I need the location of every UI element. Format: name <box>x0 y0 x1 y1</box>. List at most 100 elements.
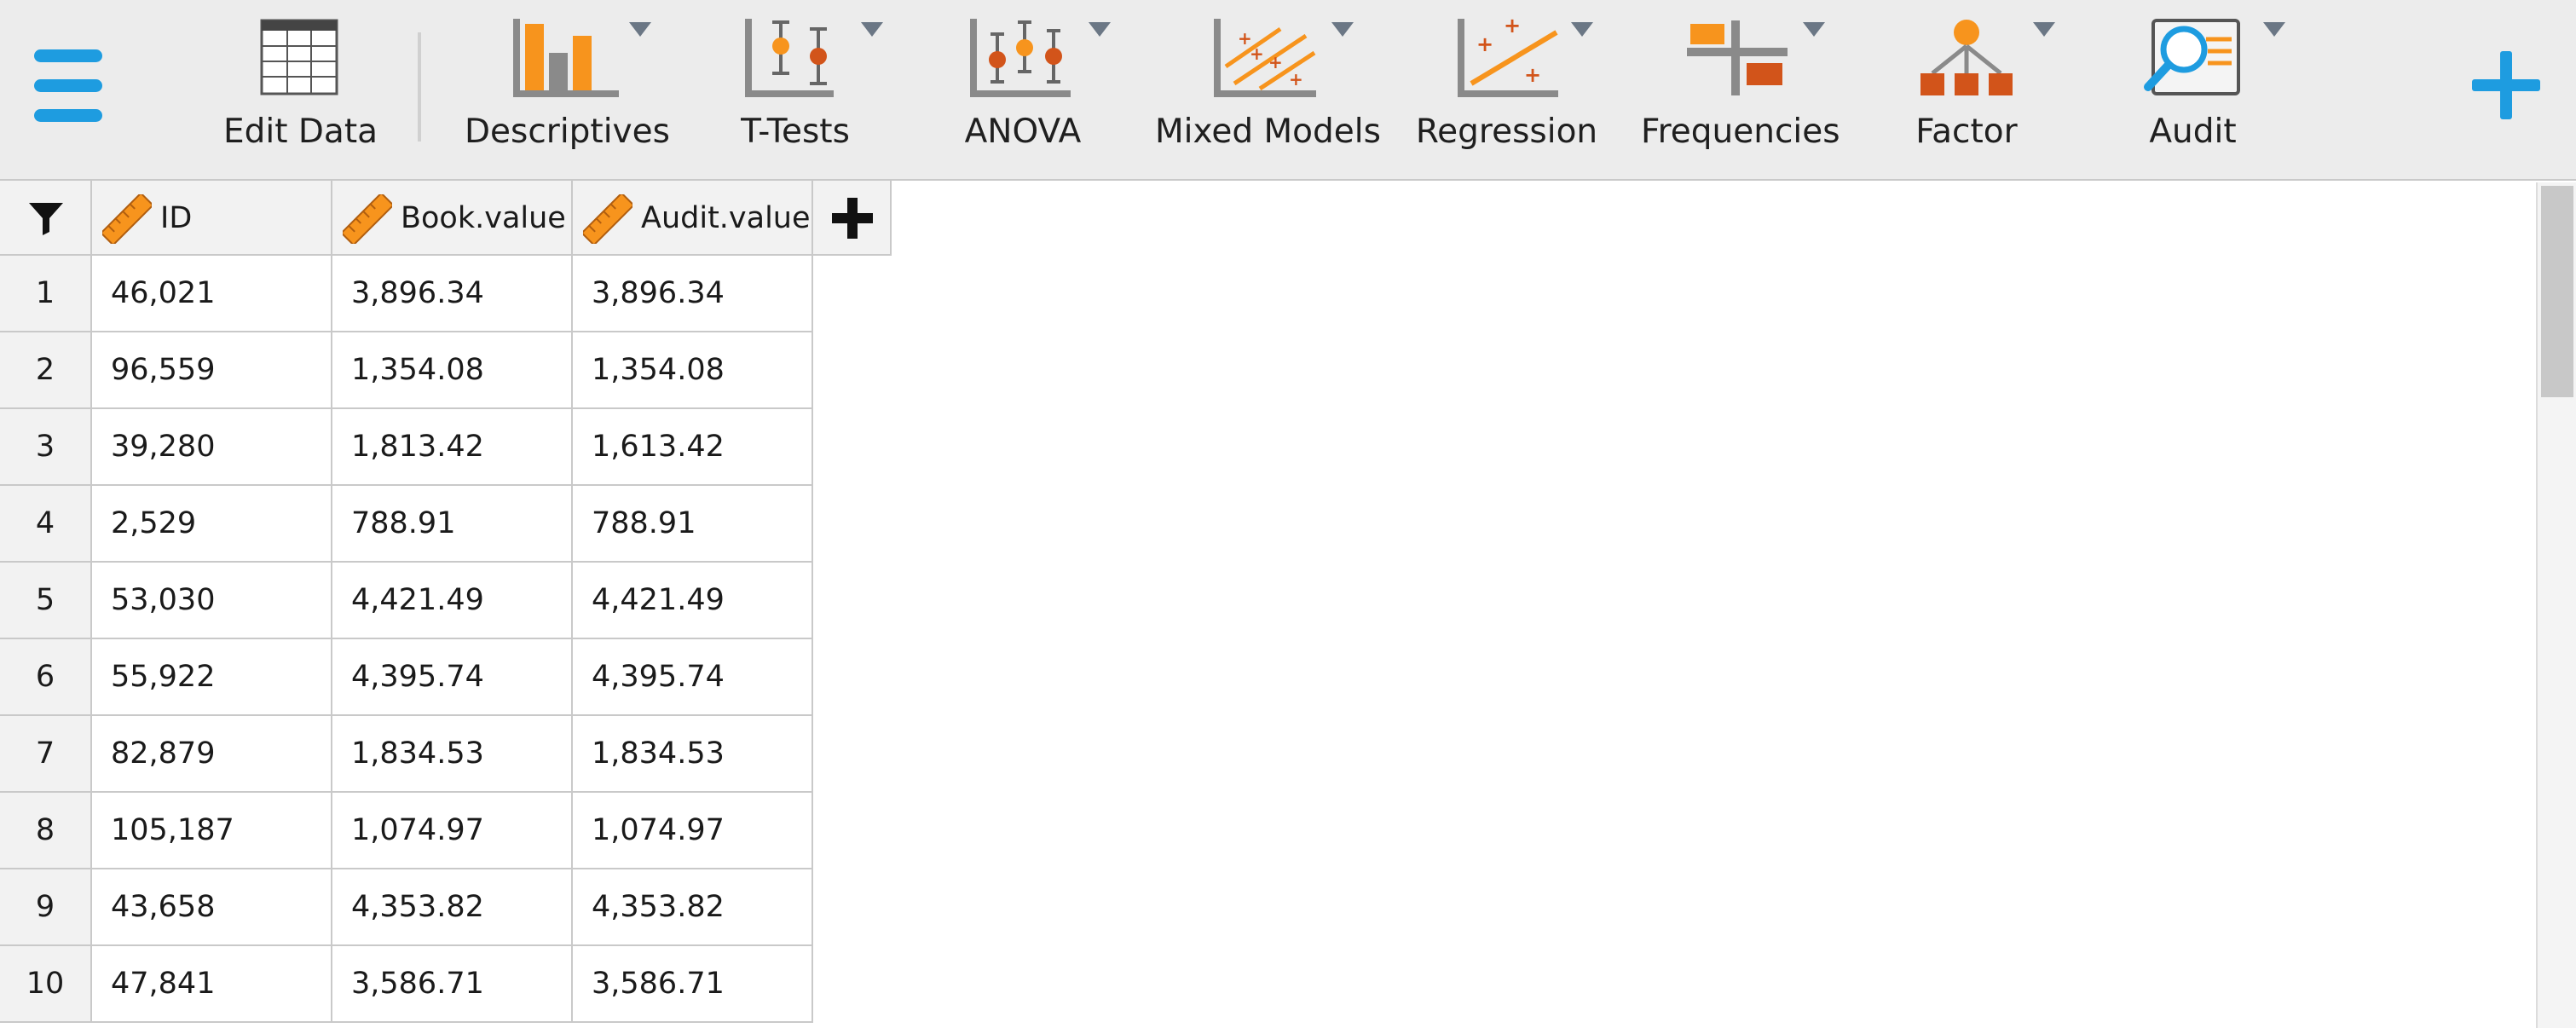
audit-button[interactable]: Audit <box>2123 0 2285 179</box>
plus-icon[interactable] <box>2472 51 2540 119</box>
factor-dropdown-icon[interactable] <box>2033 22 2055 37</box>
add-column-icon <box>832 198 873 239</box>
row-number[interactable]: 5 <box>0 563 92 639</box>
cell-id[interactable]: 46,021 <box>92 256 332 332</box>
row-number[interactable]: 1 <box>0 256 92 332</box>
bar-chart-icon <box>513 19 619 97</box>
ttest-icon <box>745 19 834 97</box>
cell-book-value[interactable]: 788.91 <box>332 486 573 563</box>
svg-text:+: + <box>1504 17 1521 38</box>
t-tests-label: T-Tests <box>741 113 850 151</box>
frequencies-label: Frequencies <box>1641 113 1840 151</box>
cell-book-value[interactable]: 3,896.34 <box>332 256 573 332</box>
spreadsheet-icon <box>260 19 338 95</box>
scrollbar-thumb[interactable] <box>2541 186 2573 397</box>
scale-ruler-icon <box>102 194 152 244</box>
mixed-models-button[interactable]: + + + + Mixed Models <box>1155 0 1381 179</box>
descriptives-dropdown-icon[interactable] <box>629 22 651 37</box>
svg-text:+: + <box>1268 52 1283 72</box>
column-header-id[interactable]: ID <box>92 181 332 256</box>
column-name: ID <box>160 201 193 235</box>
cell-book-value[interactable]: 1,074.97 <box>332 793 573 869</box>
regression-icon: + + + <box>1458 17 1558 97</box>
add-column-button[interactable] <box>813 181 892 256</box>
svg-text:+: + <box>1524 63 1541 87</box>
descriptives-button[interactable]: Descriptives <box>465 0 670 179</box>
row-number[interactable]: 9 <box>0 869 92 946</box>
edit-data-label: Edit Data <box>222 113 378 151</box>
svg-text:+: + <box>1476 32 1493 56</box>
frequencies-dropdown-icon[interactable] <box>1803 22 1825 37</box>
frequencies-icon <box>1687 20 1788 95</box>
anova-label: ANOVA <box>964 113 1082 151</box>
column-header-audit-value[interactable]: Audit.value <box>573 181 813 256</box>
svg-text:+: + <box>1289 69 1303 90</box>
mixed-models-icon: + + + + <box>1214 19 1316 97</box>
row-number[interactable]: 6 <box>0 639 92 716</box>
cell-book-value[interactable]: 4,395.74 <box>332 639 573 716</box>
scale-ruler-icon <box>583 194 632 244</box>
factor-button[interactable]: Factor <box>1894 0 2055 179</box>
cell-id[interactable]: 2,529 <box>92 486 332 563</box>
cell-audit-value[interactable]: 4,395.74 <box>573 639 813 716</box>
cell-id[interactable]: 53,030 <box>92 563 332 639</box>
cell-audit-value[interactable]: 3,896.34 <box>573 256 813 332</box>
filter-button[interactable] <box>0 181 92 256</box>
t-tests-button[interactable]: T-Tests <box>726 0 883 179</box>
hamburger-menu-icon[interactable] <box>34 49 102 123</box>
row-number[interactable]: 2 <box>0 332 92 409</box>
cell-book-value[interactable]: 4,353.82 <box>332 869 573 946</box>
audit-dropdown-icon[interactable] <box>2263 22 2285 37</box>
cell-id[interactable]: 96,559 <box>92 332 332 409</box>
anova-icon <box>970 19 1071 97</box>
vertical-scrollbar[interactable] <box>2536 182 2576 1028</box>
row-number[interactable]: 8 <box>0 793 92 869</box>
cell-audit-value[interactable]: 3,586.71 <box>573 946 813 1023</box>
cell-id[interactable]: 105,187 <box>92 793 332 869</box>
cell-audit-value[interactable]: 1,074.97 <box>573 793 813 869</box>
column-name: Book.value <box>401 201 566 235</box>
cell-audit-value[interactable]: 788.91 <box>573 486 813 563</box>
scale-ruler-icon <box>343 194 392 244</box>
row-number[interactable]: 10 <box>0 946 92 1023</box>
frequencies-button[interactable]: Frequencies <box>1641 0 1840 179</box>
cell-book-value[interactable]: 1,813.42 <box>332 409 573 486</box>
t-tests-dropdown-icon[interactable] <box>861 22 883 37</box>
cell-id[interactable]: 55,922 <box>92 639 332 716</box>
svg-text:+: + <box>1250 43 1264 64</box>
cell-id[interactable]: 82,879 <box>92 716 332 793</box>
row-number[interactable]: 3 <box>0 409 92 486</box>
cell-book-value[interactable]: 4,421.49 <box>332 563 573 639</box>
cell-audit-value[interactable]: 1,354.08 <box>573 332 813 409</box>
cell-id[interactable]: 47,841 <box>92 946 332 1023</box>
cell-id[interactable]: 39,280 <box>92 409 332 486</box>
regression-label: Regression <box>1415 113 1598 151</box>
cell-audit-value[interactable]: 1,834.53 <box>573 716 813 793</box>
cell-audit-value[interactable]: 1,613.42 <box>573 409 813 486</box>
factor-label: Factor <box>1915 113 2018 151</box>
row-number[interactable]: 7 <box>0 716 92 793</box>
regression-button[interactable]: + + + Regression <box>1415 0 1598 179</box>
factor-icon <box>1920 20 2013 95</box>
cell-audit-value[interactable]: 4,353.82 <box>573 869 813 946</box>
edit-data-button[interactable]: Edit Data <box>213 0 388 179</box>
toolbar-separator <box>418 32 421 141</box>
filter-icon <box>29 203 63 235</box>
column-header-book-value[interactable]: Book.value <box>332 181 573 256</box>
cell-audit-value[interactable]: 4,421.49 <box>573 563 813 639</box>
anova-dropdown-icon[interactable] <box>1089 22 1111 37</box>
cell-book-value[interactable]: 3,586.71 <box>332 946 573 1023</box>
row-number[interactable]: 4 <box>0 486 92 563</box>
cell-book-value[interactable]: 1,354.08 <box>332 332 573 409</box>
anova-button[interactable]: ANOVA <box>955 0 1111 179</box>
regression-dropdown-icon[interactable] <box>1571 22 1593 37</box>
ribbon-toolbar: Edit Data Descriptives T-Tests ANOVA + +… <box>0 0 2576 181</box>
cell-book-value[interactable]: 1,834.53 <box>332 716 573 793</box>
column-name: Audit.value <box>641 201 811 235</box>
mixed-models-label: Mixed Models <box>1155 113 1381 151</box>
cell-id[interactable]: 43,658 <box>92 869 332 946</box>
mixed-models-dropdown-icon[interactable] <box>1331 22 1354 37</box>
descriptives-label: Descriptives <box>465 113 670 151</box>
audit-label: Audit <box>2149 113 2237 151</box>
audit-icon <box>2144 19 2240 95</box>
